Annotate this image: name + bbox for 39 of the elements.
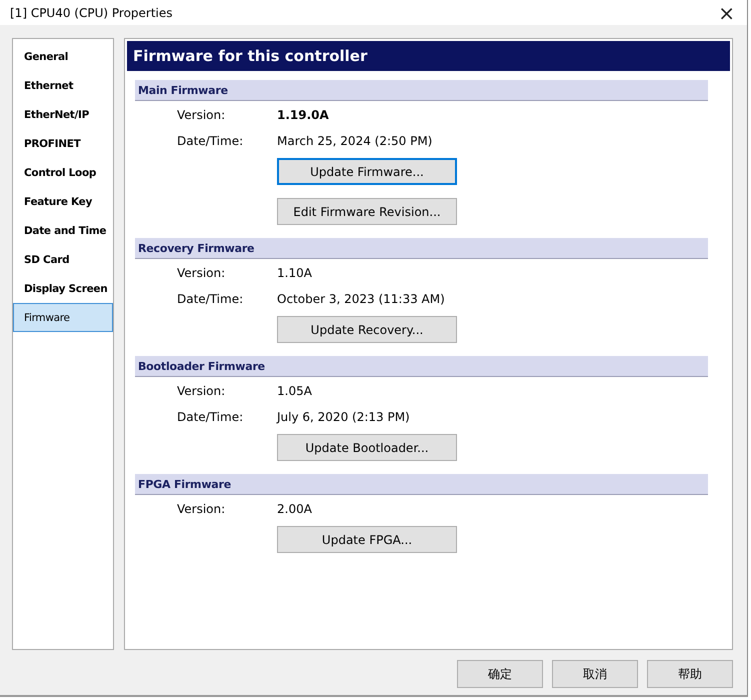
sidebar-item[interactable]: Date and Time	[13, 216, 113, 245]
update-button[interactable]: Update Bootloader...	[277, 434, 457, 461]
field-label: Date/Time:	[176, 134, 244, 148]
section-header: Recovery Firmware	[135, 238, 708, 259]
dialog-button[interactable]: 确定	[457, 660, 543, 688]
field-value: 1.10A	[277, 266, 313, 280]
field-label: Date/Time:	[176, 410, 244, 424]
dialog-button[interactable]: 取消	[552, 660, 638, 688]
sidebar-item[interactable]: EtherNet/IP	[13, 100, 113, 129]
field-value: 1.05A	[277, 384, 313, 398]
sidebar-item[interactable]: Firmware	[13, 303, 113, 332]
field-value: 2.00A	[277, 502, 313, 516]
close-button[interactable]: ×	[714, 2, 739, 22]
sidebar-item[interactable]: SD Card	[13, 245, 113, 274]
sidebar-item[interactable]: Feature Key	[13, 187, 113, 216]
dialog-button[interactable]: 帮助	[647, 660, 733, 688]
update-button[interactable]: Edit Firmware Revision...	[277, 198, 457, 225]
sidebar-item[interactable]: General	[13, 42, 113, 71]
update-button[interactable]: Update FPGA...	[277, 526, 457, 553]
sidebar-item[interactable]: Ethernet	[13, 71, 113, 100]
update-button[interactable]: Update Recovery...	[277, 316, 457, 343]
section-header: Bootloader Firmware	[135, 356, 708, 377]
sidebar-item[interactable]: Display Screen	[13, 274, 113, 303]
field-label: Date/Time:	[176, 292, 244, 306]
sidebar-item[interactable]: PROFINET	[13, 129, 113, 158]
section-header: Main Firmware	[135, 80, 708, 101]
field-label: Version:	[176, 108, 226, 122]
field-value: 1.19.0A	[277, 108, 330, 122]
field-label: Version:	[176, 266, 226, 280]
field-value: July 6, 2020 (2:13 PM)	[277, 410, 411, 424]
window-title: [1] CPU40 (CPU) Properties	[10, 6, 173, 20]
field-label: Version:	[176, 502, 226, 516]
field-value: October 3, 2023 (11:33 AM)	[277, 292, 446, 306]
field-label: Version:	[176, 384, 226, 398]
update-button[interactable]: Update Firmware...	[277, 158, 457, 185]
sidebar-item[interactable]: Control Loop	[13, 158, 113, 187]
section-header: FPGA Firmware	[135, 474, 708, 495]
field-value: March 25, 2024 (2:50 PM)	[277, 134, 434, 148]
panel-header: Firmware for this controller	[127, 41, 730, 71]
